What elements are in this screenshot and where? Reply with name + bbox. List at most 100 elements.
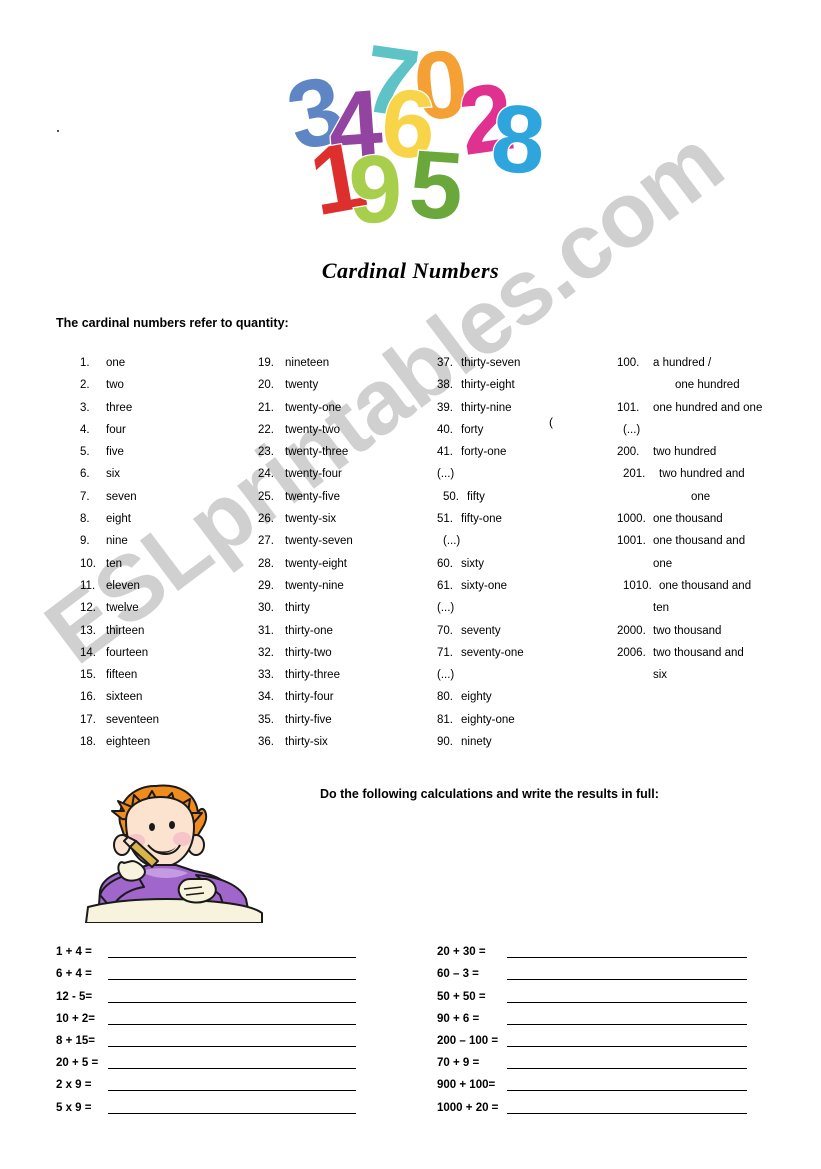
number-index: (...): [437, 669, 455, 682]
exercise-answer-blank[interactable]: [108, 1089, 356, 1092]
number-index: 51.: [437, 513, 453, 526]
worksheet-page: 3 4 7 0 6 2 8 1 9 5 ESLprintables.com Ca…: [0, 0, 821, 1169]
number-entry: 31. thirty-one: [258, 620, 433, 642]
exercise-answer-blank[interactable]: [507, 1067, 747, 1070]
number-entry: 1001. one thousand and: [617, 530, 812, 552]
number-entry: one hundred: [617, 374, 812, 396]
number-word: thirty-seven: [461, 357, 521, 369]
number-entry: 200. two hundred: [617, 441, 812, 463]
exercise-answer-blank[interactable]: [507, 1045, 747, 1047]
number-entry: 29. twenty-nine: [258, 575, 433, 597]
number-index: 8.: [80, 513, 90, 526]
number-index: 7.: [80, 490, 90, 503]
svg-text:9: 9: [347, 135, 404, 242]
number-index: 12.: [80, 602, 96, 615]
number-word: seventeen: [106, 713, 160, 726]
svg-text:8: 8: [488, 84, 549, 194]
exercise-answer-blank[interactable]: [108, 1067, 356, 1070]
number-entry: 11. eleven: [80, 575, 250, 597]
exercise-row: 5 x 9 =: [56, 1093, 356, 1115]
number-word: three: [106, 401, 133, 414]
number-index: 6.: [80, 468, 90, 481]
number-entry: (...): [617, 419, 812, 441]
exercise-answer-blank[interactable]: [507, 1089, 747, 1092]
number-entry: 2006. two thousand and: [617, 642, 812, 664]
exercise-answer-blank[interactable]: [507, 978, 747, 981]
exercise-expression: 50 + 50 =: [437, 990, 486, 1003]
number-word: two hundred: [653, 446, 717, 459]
number-index: 40.: [437, 423, 453, 436]
number-index: (...): [437, 602, 455, 615]
number-entry: 80. eighty: [437, 686, 612, 708]
number-word: eleven: [106, 579, 140, 592]
number-entry: 16. sixteen: [80, 686, 250, 708]
number-entry: 8. eight: [80, 508, 250, 530]
boy-writing-at-desk-image: [78, 783, 270, 923]
number-word: ninety: [461, 736, 492, 749]
number-index: 71.: [437, 646, 453, 659]
exercise-answer-blank[interactable]: [507, 1112, 747, 1114]
page-speck: [57, 130, 59, 132]
number-entry: one: [617, 486, 812, 508]
number-word: a hundred /: [653, 357, 712, 369]
number-word: eight: [106, 513, 131, 526]
number-index: 3.: [80, 401, 90, 414]
number-index: 27.: [258, 535, 274, 548]
page-title: Cardinal Numbers: [321, 258, 500, 283]
number-entry: 24. twenty-four: [258, 463, 433, 485]
exercise-answer-blank[interactable]: [108, 1023, 356, 1025]
exercises-column-left: 1 + 4 = 6 + 4 = 12 - 5= 10 + 2= 8 + 15= 20 + …: [56, 938, 356, 1116]
number-index: 24.: [258, 468, 274, 481]
number-word: seventy-one: [461, 646, 524, 659]
number-index: 20.: [258, 379, 274, 392]
number-word: one thousand: [653, 513, 723, 526]
exercise-answer-blank[interactable]: [108, 978, 356, 981]
number-entry: 51. fifty-one: [437, 508, 612, 530]
exercise-answer-blank[interactable]: [507, 956, 747, 959]
exercise-expression: 90 + 6 =: [437, 1012, 480, 1025]
number-index: 200.: [617, 446, 640, 459]
number-word: thirty-five: [285, 713, 332, 726]
number-index: 30.: [258, 602, 274, 615]
svg-text:5: 5: [406, 130, 467, 240]
exercise-answer-blank[interactable]: [108, 1045, 356, 1047]
number-word: fourteen: [106, 646, 149, 659]
number-index: 32.: [258, 646, 274, 659]
number-word: nine: [106, 535, 128, 548]
exercise-row: 2 x 9 =: [56, 1071, 356, 1093]
exercise-answer-blank[interactable]: [108, 1112, 356, 1114]
number-word: one: [691, 490, 711, 503]
number-entry: 39. thirty-nine: [437, 397, 612, 419]
exercise-row: 8 + 15=: [56, 1027, 356, 1049]
exercise-row: 20 + 30 =: [437, 938, 747, 960]
exercise-answer-blank[interactable]: [108, 956, 356, 959]
number-entry: 9. nine: [80, 530, 250, 552]
number-index: 14.: [80, 646, 96, 659]
number-entry: 34. thirty-four: [258, 686, 433, 708]
number-entry: (...): [437, 530, 612, 552]
number-index: 1001.: [617, 535, 646, 548]
exercise-expression: 2 x 9 =: [56, 1079, 92, 1092]
number-index: 9.: [80, 535, 90, 548]
number-index: 15.: [80, 669, 96, 682]
number-entry: 100. a hundred /: [617, 352, 812, 374]
exercise-expression: 900 + 100=: [437, 1079, 496, 1092]
number-word: eighty: [461, 691, 492, 704]
number-entry: 12. twelve: [80, 597, 250, 619]
number-entry: 3. three: [80, 397, 250, 419]
number-entry: 37. thirty-seven: [437, 352, 612, 374]
exercise-answer-blank[interactable]: [507, 1001, 747, 1003]
number-entry: 61. sixty-one: [437, 575, 612, 597]
number-word: one: [106, 357, 126, 369]
number-index: 23.: [258, 446, 274, 459]
exercise-expression: 10 + 2=: [56, 1012, 96, 1025]
number-entry: 6. six: [80, 463, 250, 485]
exercise-answer-blank[interactable]: [507, 1023, 747, 1025]
number-entry: 20. twenty: [258, 374, 433, 396]
number-index: 34.: [258, 691, 274, 704]
exercise-expression: 1 + 4 =: [56, 946, 92, 959]
number-index: 10.: [80, 557, 96, 570]
number-entry: 50. fifty: [437, 486, 612, 508]
number-word: thirty-two: [285, 646, 332, 659]
exercise-answer-blank[interactable]: [108, 1001, 356, 1003]
